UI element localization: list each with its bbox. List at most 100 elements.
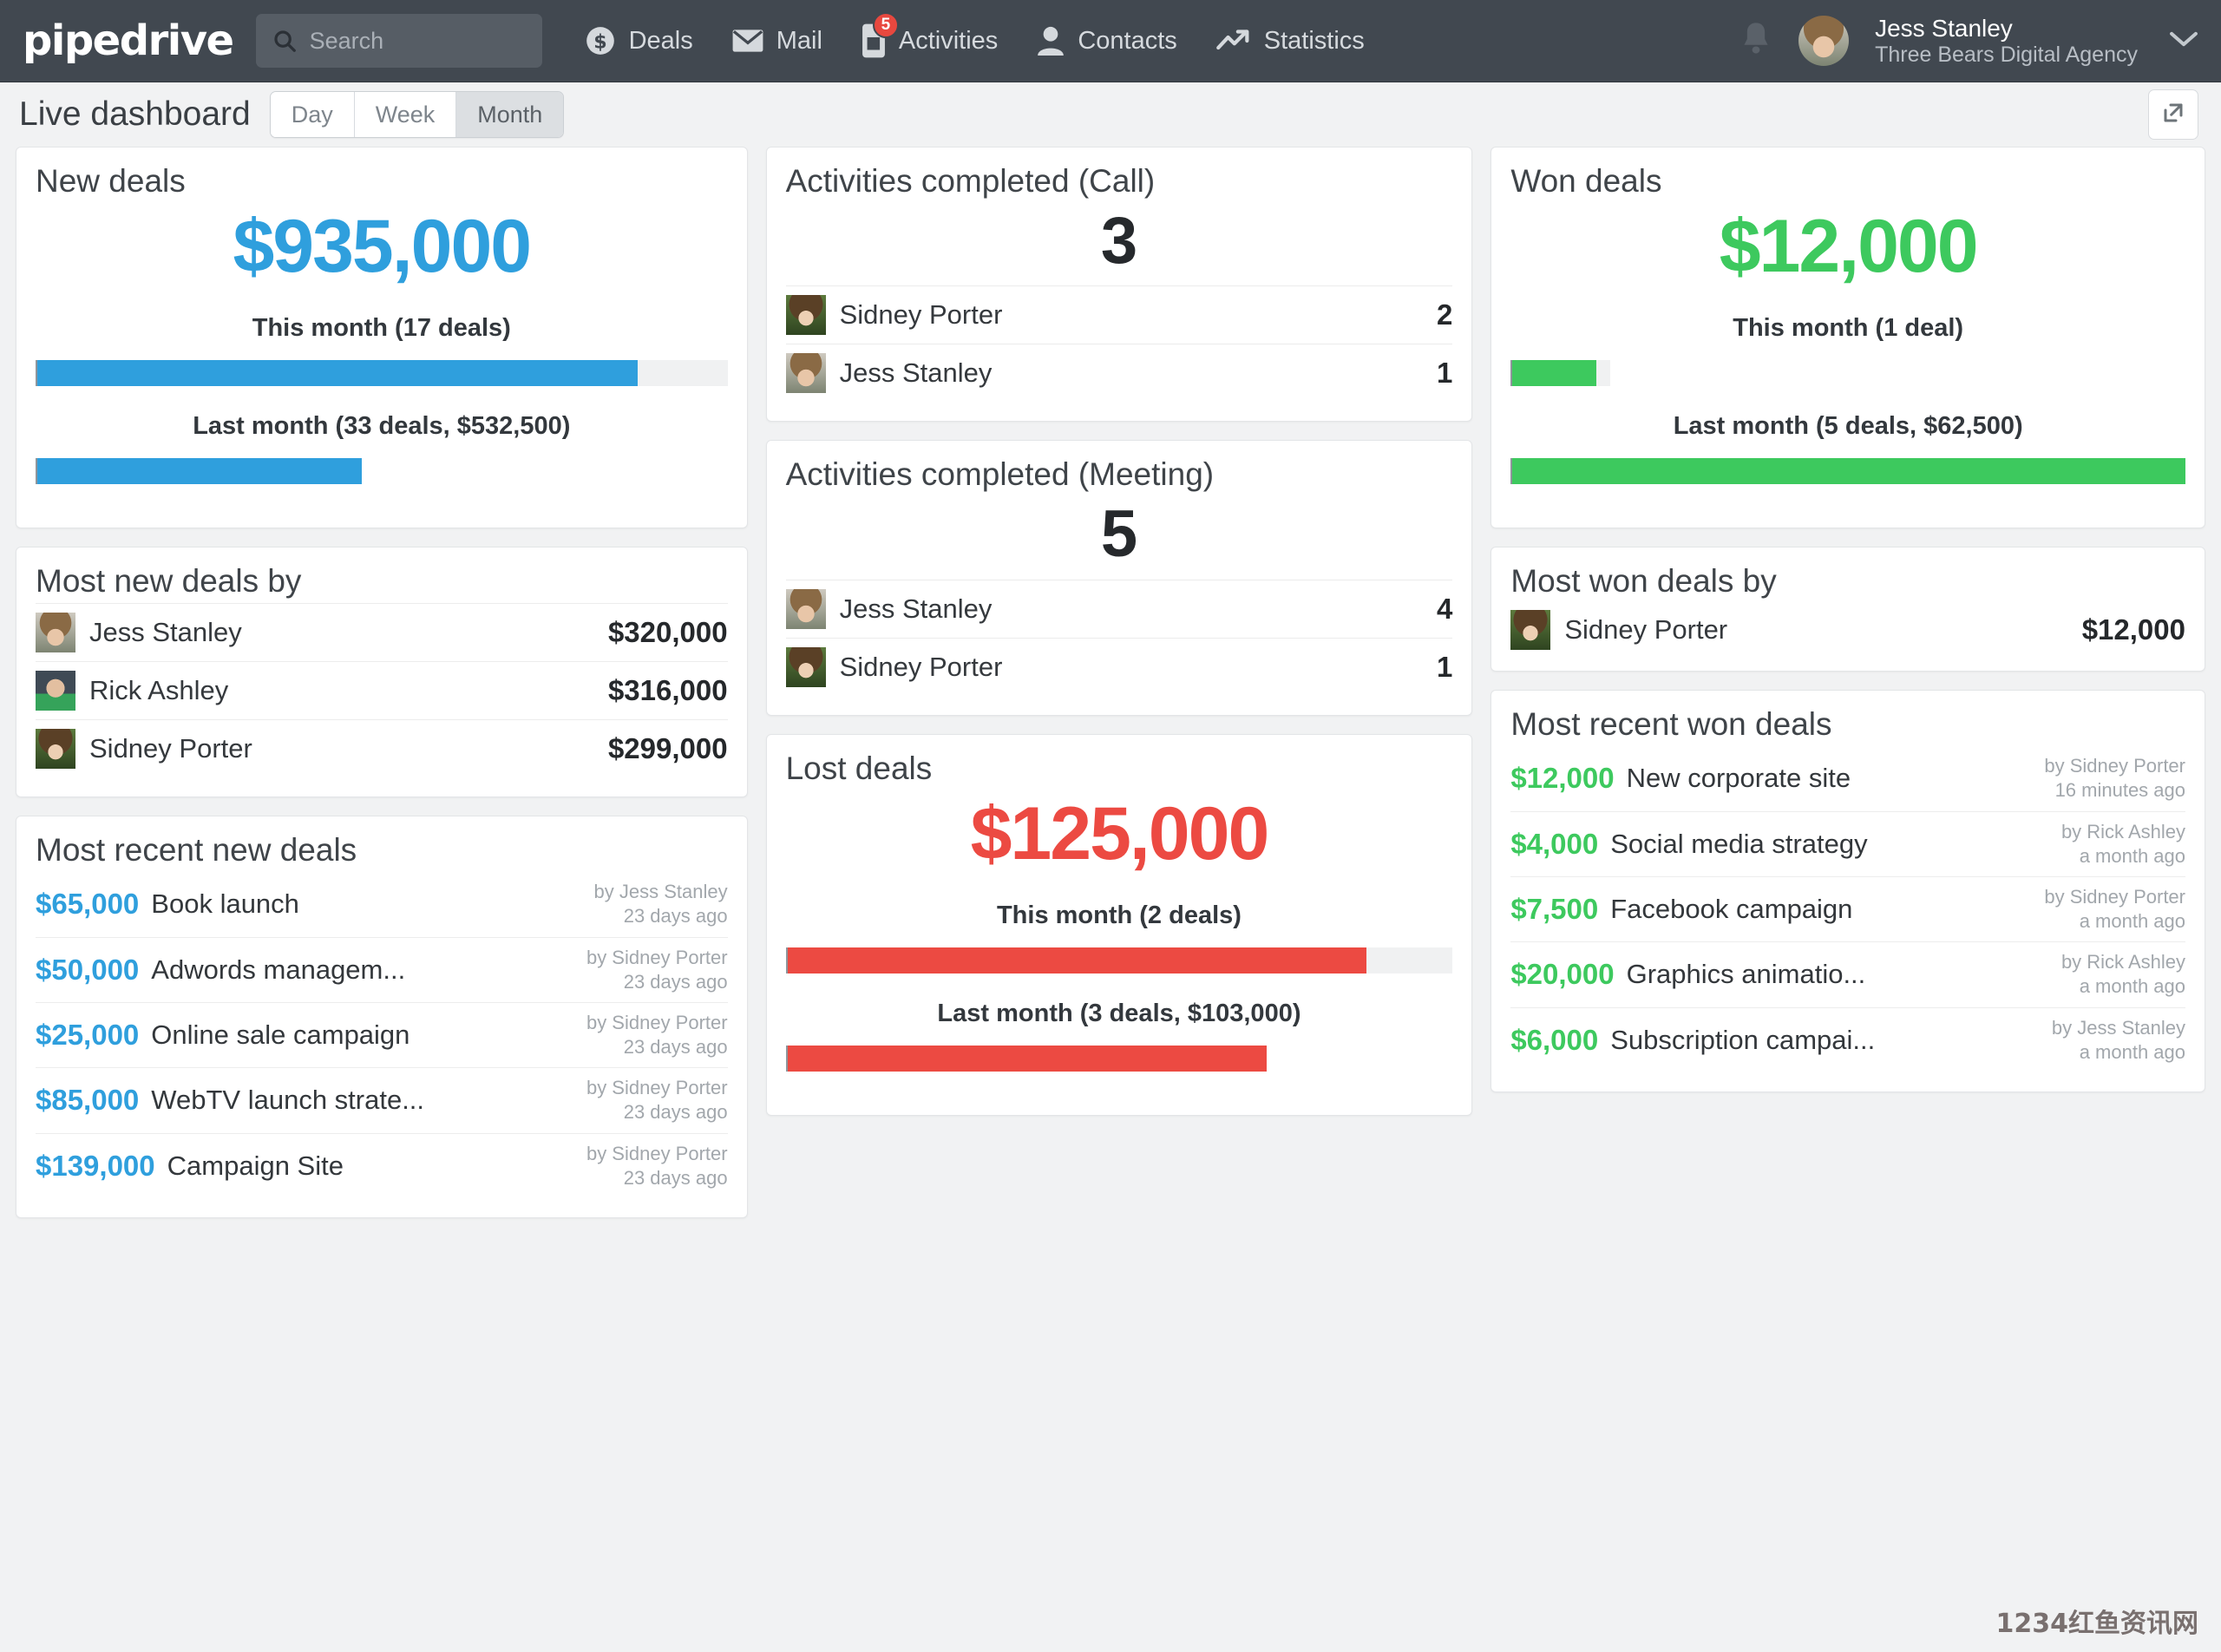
card-title: Won deals: [1510, 163, 1662, 199]
deal-author: by Jess Stanley: [2051, 1016, 2185, 1039]
lost-deals-last-month-bar: [787, 1046, 1267, 1072]
search-input[interactable]: [309, 27, 527, 55]
table-row[interactable]: Sidney Porter 2: [785, 285, 1453, 344]
nav-item-deals[interactable]: $ Deals: [584, 24, 693, 57]
list-item[interactable]: $25,000 Online sale campaign by Sidney P…: [36, 1001, 728, 1067]
nav-item-statistics[interactable]: Statistics: [1215, 27, 1365, 56]
dashboard-column-left: New deals $935,000 This month (17 deals)…: [16, 147, 748, 1218]
period-option-month[interactable]: Month: [456, 92, 564, 137]
person-value: 2: [1436, 298, 1453, 331]
deal-meta: by Rick Ashley a month ago: [2046, 820, 2185, 869]
deal-amount: $7,500: [1510, 893, 1599, 926]
deal-author: by Sidney Porter: [2044, 755, 2185, 777]
dashboard-column-middle: Activities completed (Call) 3 Sidney Por…: [765, 147, 1473, 1117]
deal-meta: by Sidney Porter a month ago: [2028, 885, 2185, 934]
person-value: $12,000: [2081, 613, 2185, 646]
dashboard-column-right: Won deals $12,000 This month (1 deal) La…: [1490, 147, 2205, 1092]
sidney-avatar: [1510, 610, 1551, 651]
deal-meta: by Sidney Porter 23 days ago: [571, 946, 728, 994]
person-value: $316,000: [607, 674, 728, 707]
deal-amount: $12,000: [1510, 762, 1615, 795]
won-deals-this-month-track: [1510, 360, 2185, 387]
deal-amount: $65,000: [36, 888, 140, 921]
phone-icon: 5: [861, 12, 899, 59]
nav-item-activities[interactable]: 5 Activities: [861, 12, 999, 59]
deal-meta: by Sidney Porter 23 days ago: [571, 1142, 728, 1190]
person-value: 1: [1436, 357, 1453, 390]
nav-label-activities: Activities: [898, 26, 999, 55]
card-title: Most recent new deals: [36, 832, 357, 869]
deal-amount: $139,000: [36, 1149, 155, 1182]
nav-item-mail[interactable]: Mail: [731, 27, 822, 56]
list-item[interactable]: $4,000 Social media strategy by Rick Ash…: [1510, 810, 2185, 876]
list-item[interactable]: $50,000 Adwords managem... by Sidney Por…: [36, 936, 728, 1002]
deal-meta: by Sidney Porter 16 minutes ago: [2028, 754, 2185, 803]
nav-label-mail: Mail: [776, 26, 822, 55]
person-value: $320,000: [607, 616, 728, 649]
person-name: Sidney Porter: [839, 651, 1003, 682]
table-row[interactable]: Sidney Porter 1: [785, 637, 1453, 696]
deal-time: 16 minutes ago: [2054, 779, 2185, 802]
deal-author: by Rick Ashley: [2060, 951, 2185, 974]
dollar-coin-icon: $: [584, 24, 617, 57]
deal-time: 23 days ago: [623, 970, 728, 993]
list-item[interactable]: $6,000 Subscription campai... by Jess St…: [1510, 1006, 2185, 1072]
list-item[interactable]: $65,000 Book launch by Jess Stanley 23 d…: [36, 872, 728, 936]
card-title: Most recent won deals: [1510, 706, 1832, 743]
search-box[interactable]: [255, 14, 542, 68]
table-row[interactable]: Sidney Porter $299,000: [36, 719, 728, 777]
list-item[interactable]: $20,000 Graphics animatio... by Rick Ash…: [1510, 941, 2185, 1006]
activities-call-count: 3: [1100, 204, 1138, 278]
period-option-week[interactable]: Week: [354, 92, 457, 137]
deal-amount: $6,000: [1510, 1023, 1599, 1056]
list-item[interactable]: $7,500 Facebook campaign by Sidney Porte…: [1510, 875, 2185, 941]
lost-deals-this-month-label: This month (2 deals): [996, 901, 1242, 930]
list-item[interactable]: $12,000 New corporate site by Sidney Por…: [1510, 746, 2185, 810]
person-name: Sidney Porter: [89, 733, 252, 764]
main-nav: $ Deals Mail 5 Activities Contacts Stati…: [584, 12, 1365, 59]
card-won-deals: Won deals $12,000 This month (1 deal) La…: [1490, 147, 2205, 529]
table-row[interactable]: Sidney Porter $12,000: [1510, 603, 2185, 652]
table-row[interactable]: Jess Stanley 4: [785, 579, 1453, 638]
table-row[interactable]: Jess Stanley 1: [785, 344, 1453, 402]
list-item[interactable]: $139,000 Campaign Site by Sidney Porter …: [36, 1132, 728, 1198]
expand-dashboard-button[interactable]: [2148, 89, 2198, 140]
avatar[interactable]: [1798, 16, 1850, 66]
deal-title: WebTV launch strate...: [151, 1085, 425, 1116]
deal-author: by Sidney Porter: [586, 1142, 728, 1164]
deal-title: Online sale campaign: [151, 1019, 410, 1051]
deal-amount: $50,000: [36, 953, 140, 986]
deal-amount: $20,000: [1510, 958, 1615, 991]
person-name: Jess Stanley: [89, 617, 242, 648]
page-title: Live dashboard: [19, 95, 251, 133]
deal-title: Book launch: [151, 888, 299, 920]
won-deals-last-month-label: Last month (5 deals, $62,500): [1673, 412, 2023, 441]
nav-item-contacts[interactable]: Contacts: [1036, 24, 1177, 57]
lost-deals-value: $125,000: [970, 791, 1270, 875]
deal-amount: $25,000: [36, 1019, 140, 1052]
sidney-avatar: [36, 729, 75, 770]
card-most-recent-new-deals: Most recent new deals $65,000 Book launc…: [16, 816, 748, 1218]
list-item[interactable]: $85,000 WebTV launch strate... by Sidney…: [36, 1067, 728, 1132]
deal-amount: $85,000: [36, 1084, 140, 1117]
table-row[interactable]: Rick Ashley $316,000: [36, 661, 728, 719]
deal-title: Campaign Site: [167, 1150, 344, 1181]
new-deals-last-month-track: [36, 458, 728, 485]
won-deals-this-month-track-inner: [1512, 360, 1610, 387]
period-selector: Day Week Month: [269, 91, 565, 138]
chevron-down-icon[interactable]: [2169, 30, 2198, 53]
lost-deals-this-month-track: [785, 947, 1453, 974]
sidney-avatar: [785, 646, 826, 687]
deal-author: by Sidney Porter: [586, 1077, 728, 1099]
deal-time: a month ago: [2079, 975, 2185, 998]
card-title: Activities completed (Call): [785, 163, 1156, 199]
deal-title: Facebook campaign: [1610, 894, 1853, 925]
bell-icon[interactable]: [1739, 20, 1772, 62]
deal-time: a month ago: [2079, 844, 2185, 867]
deal-title: Social media strategy: [1610, 828, 1868, 859]
period-option-day[interactable]: Day: [270, 92, 355, 137]
pipedrive-logo[interactable]: pipedrive: [23, 20, 234, 62]
user-block[interactable]: Jess Stanley Three Bears Digital Agency: [1875, 14, 2138, 69]
deal-meta: by Rick Ashley a month ago: [2046, 950, 2185, 999]
table-row[interactable]: Jess Stanley $320,000: [36, 603, 728, 661]
